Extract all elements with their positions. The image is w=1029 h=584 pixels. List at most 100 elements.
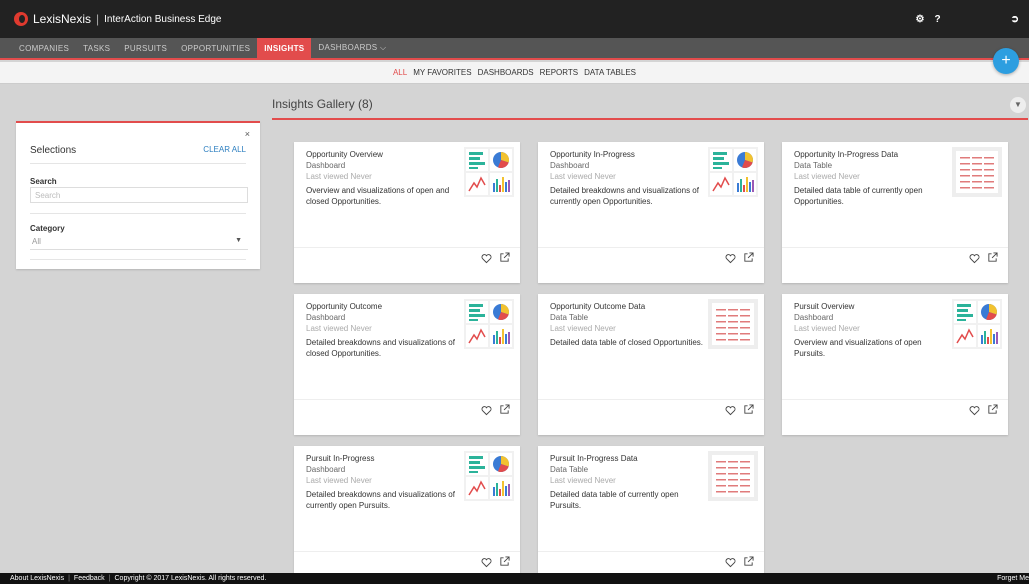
card-type: Dashboard: [306, 161, 346, 170]
subnav-dashboards[interactable]: DASHBOARDS: [478, 68, 534, 77]
insight-card-opportunity-in-progress-data[interactable]: Opportunity In-Progress Data Data Table …: [782, 142, 1008, 283]
insight-card-pursuit-in-progress[interactable]: Pursuit In-Progress Dashboard Last viewe…: [294, 446, 520, 584]
card-type: Dashboard: [306, 313, 346, 322]
card-last-viewed: Last viewed Never: [306, 324, 372, 333]
gear-icon[interactable]: ⚙: [916, 14, 925, 25]
card-title[interactable]: Pursuit In-Progress: [306, 454, 374, 463]
heart-icon[interactable]: [969, 405, 980, 416]
card-title[interactable]: Opportunity Outcome Data: [550, 302, 645, 311]
clear-all-button[interactable]: CLEAR ALL: [203, 145, 246, 154]
help-button[interactable]: ?: [935, 14, 941, 25]
card-footer-divider: [538, 247, 764, 248]
table-thumbnail-icon: [708, 299, 758, 349]
heart-icon[interactable]: [725, 405, 736, 416]
insight-card-opportunity-in-progress[interactable]: Opportunity In-Progress Dashboard Last v…: [538, 142, 764, 283]
product-name: InterAction Business Edge: [104, 13, 222, 25]
card-description: Overview and visualizations of open Purs…: [794, 338, 922, 358]
dashboard-thumbnail-icon: [952, 299, 1002, 349]
card-description: Detailed breakdowns and visualizations o…: [550, 186, 699, 206]
forget-me-link[interactable]: Forget Me: [997, 573, 1029, 584]
filter-icon[interactable]: ▼: [1010, 97, 1026, 113]
card-last-viewed: Last viewed Never: [306, 172, 372, 181]
card-title[interactable]: Opportunity Overview: [306, 150, 383, 159]
card-last-viewed: Last viewed Never: [550, 476, 616, 485]
card-description: Detailed data table of currently open Op…: [794, 186, 923, 206]
top-icons: ⚙ ? ➲: [916, 0, 1029, 38]
lexisnexis-logo-icon: [14, 12, 28, 26]
feedback-link[interactable]: Feedback: [74, 575, 105, 582]
card-last-viewed: Last viewed Never: [550, 172, 616, 181]
card-description: Detailed breakdowns and visualizations o…: [306, 338, 455, 358]
nav-insights[interactable]: INSIGHTS: [257, 38, 312, 58]
card-title[interactable]: Opportunity In-Progress: [550, 150, 635, 159]
card-type: Dashboard: [794, 313, 834, 322]
heart-icon[interactable]: [481, 405, 492, 416]
search-label: Search: [30, 177, 57, 186]
external-link-icon[interactable]: [743, 252, 754, 263]
footer: About LexisNexis | Feedback | Copyright …: [0, 573, 1029, 584]
top-bar: LexisNexis | InterAction Business Edge ⚙…: [0, 0, 1029, 38]
card-title[interactable]: Pursuit Overview: [794, 302, 854, 311]
external-link-icon[interactable]: [743, 404, 754, 415]
insight-card-opportunity-outcome[interactable]: Opportunity Outcome Dashboard Last viewe…: [294, 294, 520, 435]
nav-pursuits[interactable]: PURSUITS: [117, 38, 174, 58]
card-title[interactable]: Pursuit In-Progress Data: [550, 454, 638, 463]
card-last-viewed: Last viewed Never: [794, 324, 860, 333]
chevron-down-icon: ▼: [235, 237, 242, 244]
heart-icon[interactable]: [481, 557, 492, 568]
heart-icon[interactable]: [481, 253, 492, 264]
card-description: Detailed breakdowns and visualizations o…: [306, 490, 455, 510]
nav-dashboards[interactable]: DASHBOARDS ⌵: [311, 38, 393, 58]
card-footer-divider: [538, 551, 764, 552]
card-last-viewed: Last viewed Never: [794, 172, 860, 181]
insight-card-pursuit-overview[interactable]: Pursuit Overview Dashboard Last viewed N…: [782, 294, 1008, 435]
card-footer-divider: [782, 399, 1008, 400]
copyright-text: Copyright © 2017 LexisNexis. All rights …: [114, 575, 267, 582]
subnav-all[interactable]: ALL: [393, 68, 407, 77]
external-link-icon[interactable]: [499, 404, 510, 415]
about-link[interactable]: About LexisNexis: [10, 575, 64, 582]
card-type: Data Table: [550, 465, 589, 474]
heart-icon[interactable]: [969, 253, 980, 264]
card-footer-divider: [294, 247, 520, 248]
divider: [30, 163, 246, 164]
external-link-icon[interactable]: [987, 252, 998, 263]
search-input[interactable]: Search: [30, 187, 248, 203]
card-type: Dashboard: [306, 465, 346, 474]
selections-panel: × Selections CLEAR ALL Search Search Cat…: [16, 121, 260, 269]
external-link-icon[interactable]: [499, 252, 510, 263]
card-description: Detailed data table of closed Opportunit…: [550, 338, 703, 347]
card-description: Detailed data table of currently open Pu…: [550, 490, 679, 510]
insight-card-pursuit-in-progress-data[interactable]: Pursuit In-Progress Data Data Table Last…: [538, 446, 764, 584]
external-link-icon[interactable]: [743, 556, 754, 567]
sub-nav: ALL MY FAVORITES DASHBOARDS REPORTS DATA…: [0, 62, 1029, 84]
gallery-divider: [272, 118, 1028, 120]
subnav-reports[interactable]: REPORTS: [540, 68, 579, 77]
category-value: All: [32, 237, 41, 246]
nav-companies[interactable]: COMPANIES: [12, 38, 76, 58]
external-link-icon[interactable]: [499, 556, 510, 567]
close-icon[interactable]: ×: [245, 129, 250, 139]
nav-opportunities[interactable]: OPPORTUNITIES: [174, 38, 257, 58]
card-footer-divider: [294, 399, 520, 400]
nav-tasks[interactable]: TASKS: [76, 38, 117, 58]
heart-icon[interactable]: [725, 557, 736, 568]
external-link-icon[interactable]: [987, 404, 998, 415]
add-button[interactable]: +: [993, 48, 1019, 74]
card-description: Overview and visualizations of open and …: [306, 186, 450, 206]
card-type: Data Table: [550, 313, 589, 322]
card-title[interactable]: Opportunity Outcome: [306, 302, 382, 311]
subnav-my-favorites[interactable]: MY FAVORITES: [413, 68, 471, 77]
table-thumbnail-icon: [952, 147, 1002, 197]
heart-icon[interactable]: [725, 253, 736, 264]
insight-card-opportunity-outcome-data[interactable]: Opportunity Outcome Data Data Table Last…: [538, 294, 764, 435]
card-last-viewed: Last viewed Never: [306, 476, 372, 485]
logout-icon[interactable]: ➲: [1011, 14, 1019, 25]
category-select[interactable]: All ▼: [30, 234, 248, 250]
selections-title: Selections: [30, 145, 77, 156]
insight-card-opportunity-overview[interactable]: Opportunity Overview Dashboard Last view…: [294, 142, 520, 283]
dashboard-thumbnail-icon: [708, 147, 758, 197]
dashboard-thumbnail-icon: [464, 451, 514, 501]
subnav-data-tables[interactable]: DATA TABLES: [584, 68, 636, 77]
card-title[interactable]: Opportunity In-Progress Data: [794, 150, 898, 159]
